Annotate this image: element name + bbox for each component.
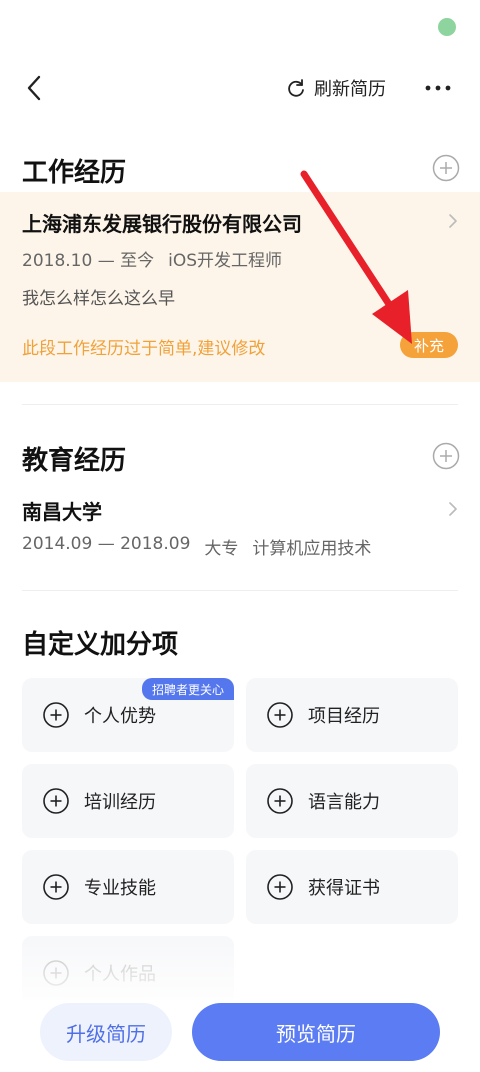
custom-item-works[interactable]: 个人作品 xyxy=(22,936,234,1010)
back-button[interactable] xyxy=(18,72,50,104)
company-name: 上海浦东发展银行股份有限公司 xyxy=(22,212,302,236)
custom-item-language[interactable]: 语言能力 xyxy=(246,764,458,838)
section-divider xyxy=(22,590,458,591)
add-work-icon[interactable] xyxy=(432,154,460,182)
education-degree: 大专 xyxy=(204,539,239,559)
custom-item-label: 专业技能 xyxy=(84,878,156,899)
work-period: 2018.10 — 至今 xyxy=(22,251,155,271)
custom-item-label: 个人作品 xyxy=(84,964,156,985)
custom-item-certificates[interactable]: 获得证书 xyxy=(246,850,458,924)
recruiter-badge: 招聘者更关心 xyxy=(142,678,234,700)
chevron-right-icon xyxy=(449,502,457,516)
education-meta: 2014.09 — 2018.09 大专 计算机应用技术 xyxy=(22,534,371,559)
custom-item-label: 项目经历 xyxy=(308,706,380,727)
custom-item-training[interactable]: 培训经历 xyxy=(22,764,234,838)
section-divider xyxy=(22,404,458,405)
status-indicator-dot xyxy=(438,18,456,36)
top-bar: 刷新简历 xyxy=(0,60,480,116)
bottom-action-bar: 升级简历 预览简历 xyxy=(0,1000,480,1072)
work-experience-card[interactable]: 上海浦东发展银行股份有限公司 2018.10 — 至今 iOS开发工程师 我怎么… xyxy=(0,192,480,382)
custom-section-title: 自定义加分项 xyxy=(22,630,179,660)
work-position: iOS开发工程师 xyxy=(168,251,283,271)
refresh-icon xyxy=(288,79,304,97)
work-section-title: 工作经历 xyxy=(22,158,127,188)
add-education-icon[interactable] xyxy=(432,442,460,470)
plus-circle-icon xyxy=(43,960,69,986)
school-name[interactable]: 南昌大学 xyxy=(22,496,102,525)
upgrade-resume-button[interactable]: 升级简历 xyxy=(40,1003,172,1061)
more-button[interactable] xyxy=(420,72,456,104)
chevron-right-icon xyxy=(449,214,457,228)
work-meta: 2018.10 — 至今 iOS开发工程师 xyxy=(22,246,282,271)
refresh-resume-button[interactable]: 刷新简历 xyxy=(286,74,386,102)
education-major: 计算机应用技术 xyxy=(252,539,372,559)
plus-circle-icon xyxy=(43,702,69,728)
education-section-title: 教育经历 xyxy=(22,446,127,476)
plus-circle-icon xyxy=(43,788,69,814)
custom-item-project[interactable]: 项目经历 xyxy=(246,678,458,752)
refresh-resume-label: 刷新简历 xyxy=(314,79,386,100)
work-tip-text: 此段工作经历过于简单,建议修改 xyxy=(22,339,266,359)
work-description: 我怎么样怎么这么早 xyxy=(22,289,175,309)
plus-circle-icon xyxy=(43,874,69,900)
custom-item-label: 语言能力 xyxy=(308,792,380,813)
custom-item-label: 获得证书 xyxy=(308,878,380,899)
custom-item-skills[interactable]: 专业技能 xyxy=(22,850,234,924)
chevron-left-icon xyxy=(27,75,41,101)
more-dots-icon xyxy=(425,85,451,91)
custom-item-label: 个人优势 xyxy=(84,706,156,727)
plus-circle-icon xyxy=(267,788,293,814)
plus-circle-icon xyxy=(267,874,293,900)
supplement-button[interactable]: 补充 xyxy=(400,332,458,358)
preview-resume-button[interactable]: 预览简历 xyxy=(192,1003,440,1061)
plus-circle-icon xyxy=(267,702,293,728)
education-period: 2014.09 — 2018.09 xyxy=(22,534,191,554)
custom-item-label: 培训经历 xyxy=(84,792,156,813)
